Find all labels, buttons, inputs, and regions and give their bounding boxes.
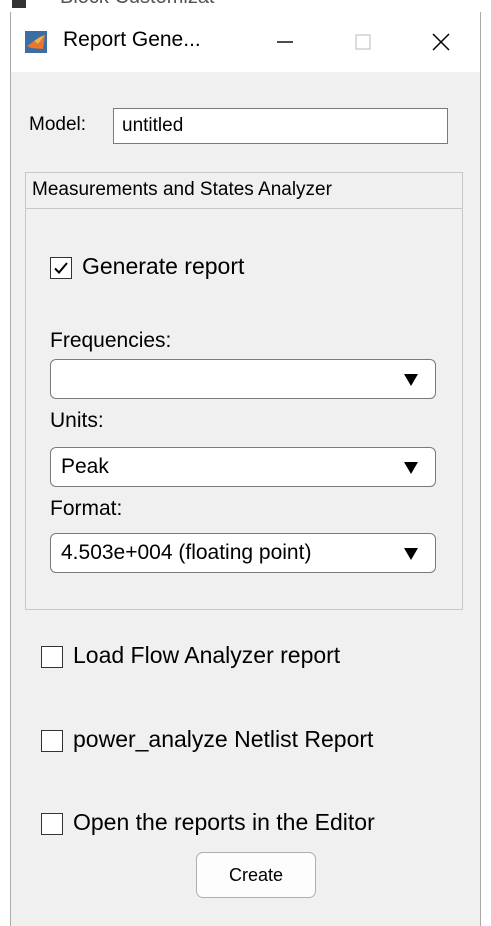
close-icon: [432, 33, 450, 51]
background-window-strip: Block Customizat: [0, 0, 491, 12]
background-partial-text: Block Customizat: [60, 0, 215, 9]
netlist-checkbox[interactable]: [41, 730, 63, 752]
generate-report-checkbox[interactable]: [50, 257, 72, 279]
panel-title: Measurements and States Analyzer: [26, 173, 462, 209]
model-label: Model:: [29, 114, 87, 135]
units-select[interactable]: Peak: [50, 447, 436, 487]
close-button[interactable]: [409, 12, 473, 72]
title-bar[interactable]: Report Gene...: [11, 12, 480, 72]
units-label: Units:: [50, 409, 104, 432]
minimize-icon: [277, 41, 293, 43]
generate-report-label: Generate report: [82, 253, 245, 279]
chevron-down-icon: [404, 548, 418, 560]
matlab-icon: [25, 31, 47, 53]
measurements-panel: Measurements and States Analyzer Generat…: [25, 172, 463, 610]
create-button[interactable]: Create: [196, 852, 316, 898]
maximize-icon: [355, 34, 371, 50]
format-value: 4.503e+004 (floating point): [61, 541, 312, 564]
window-title: Report Gene...: [63, 28, 201, 51]
units-value: Peak: [61, 455, 109, 478]
minimize-button[interactable]: [253, 12, 317, 72]
open-editor-label: Open the reports in the Editor: [73, 809, 375, 835]
frequencies-select[interactable]: [50, 359, 436, 399]
checkmark-icon: [54, 262, 68, 274]
format-label: Format:: [50, 497, 123, 520]
load-flow-label: Load Flow Analyzer report: [73, 642, 341, 668]
maximize-button[interactable]: [331, 12, 395, 72]
open-editor-checkbox[interactable]: [41, 813, 63, 835]
model-input[interactable]: [113, 108, 448, 144]
chevron-down-icon: [404, 462, 418, 474]
load-flow-checkbox[interactable]: [41, 646, 63, 668]
background-icon: [12, 0, 26, 8]
netlist-label: power_analyze Netlist Report: [73, 726, 374, 752]
chevron-down-icon: [404, 374, 418, 386]
format-select[interactable]: 4.503e+004 (floating point): [50, 533, 436, 573]
frequencies-label: Frequencies:: [50, 329, 172, 352]
report-generator-window: Report Gene... Model: Measurements and S…: [10, 12, 481, 926]
